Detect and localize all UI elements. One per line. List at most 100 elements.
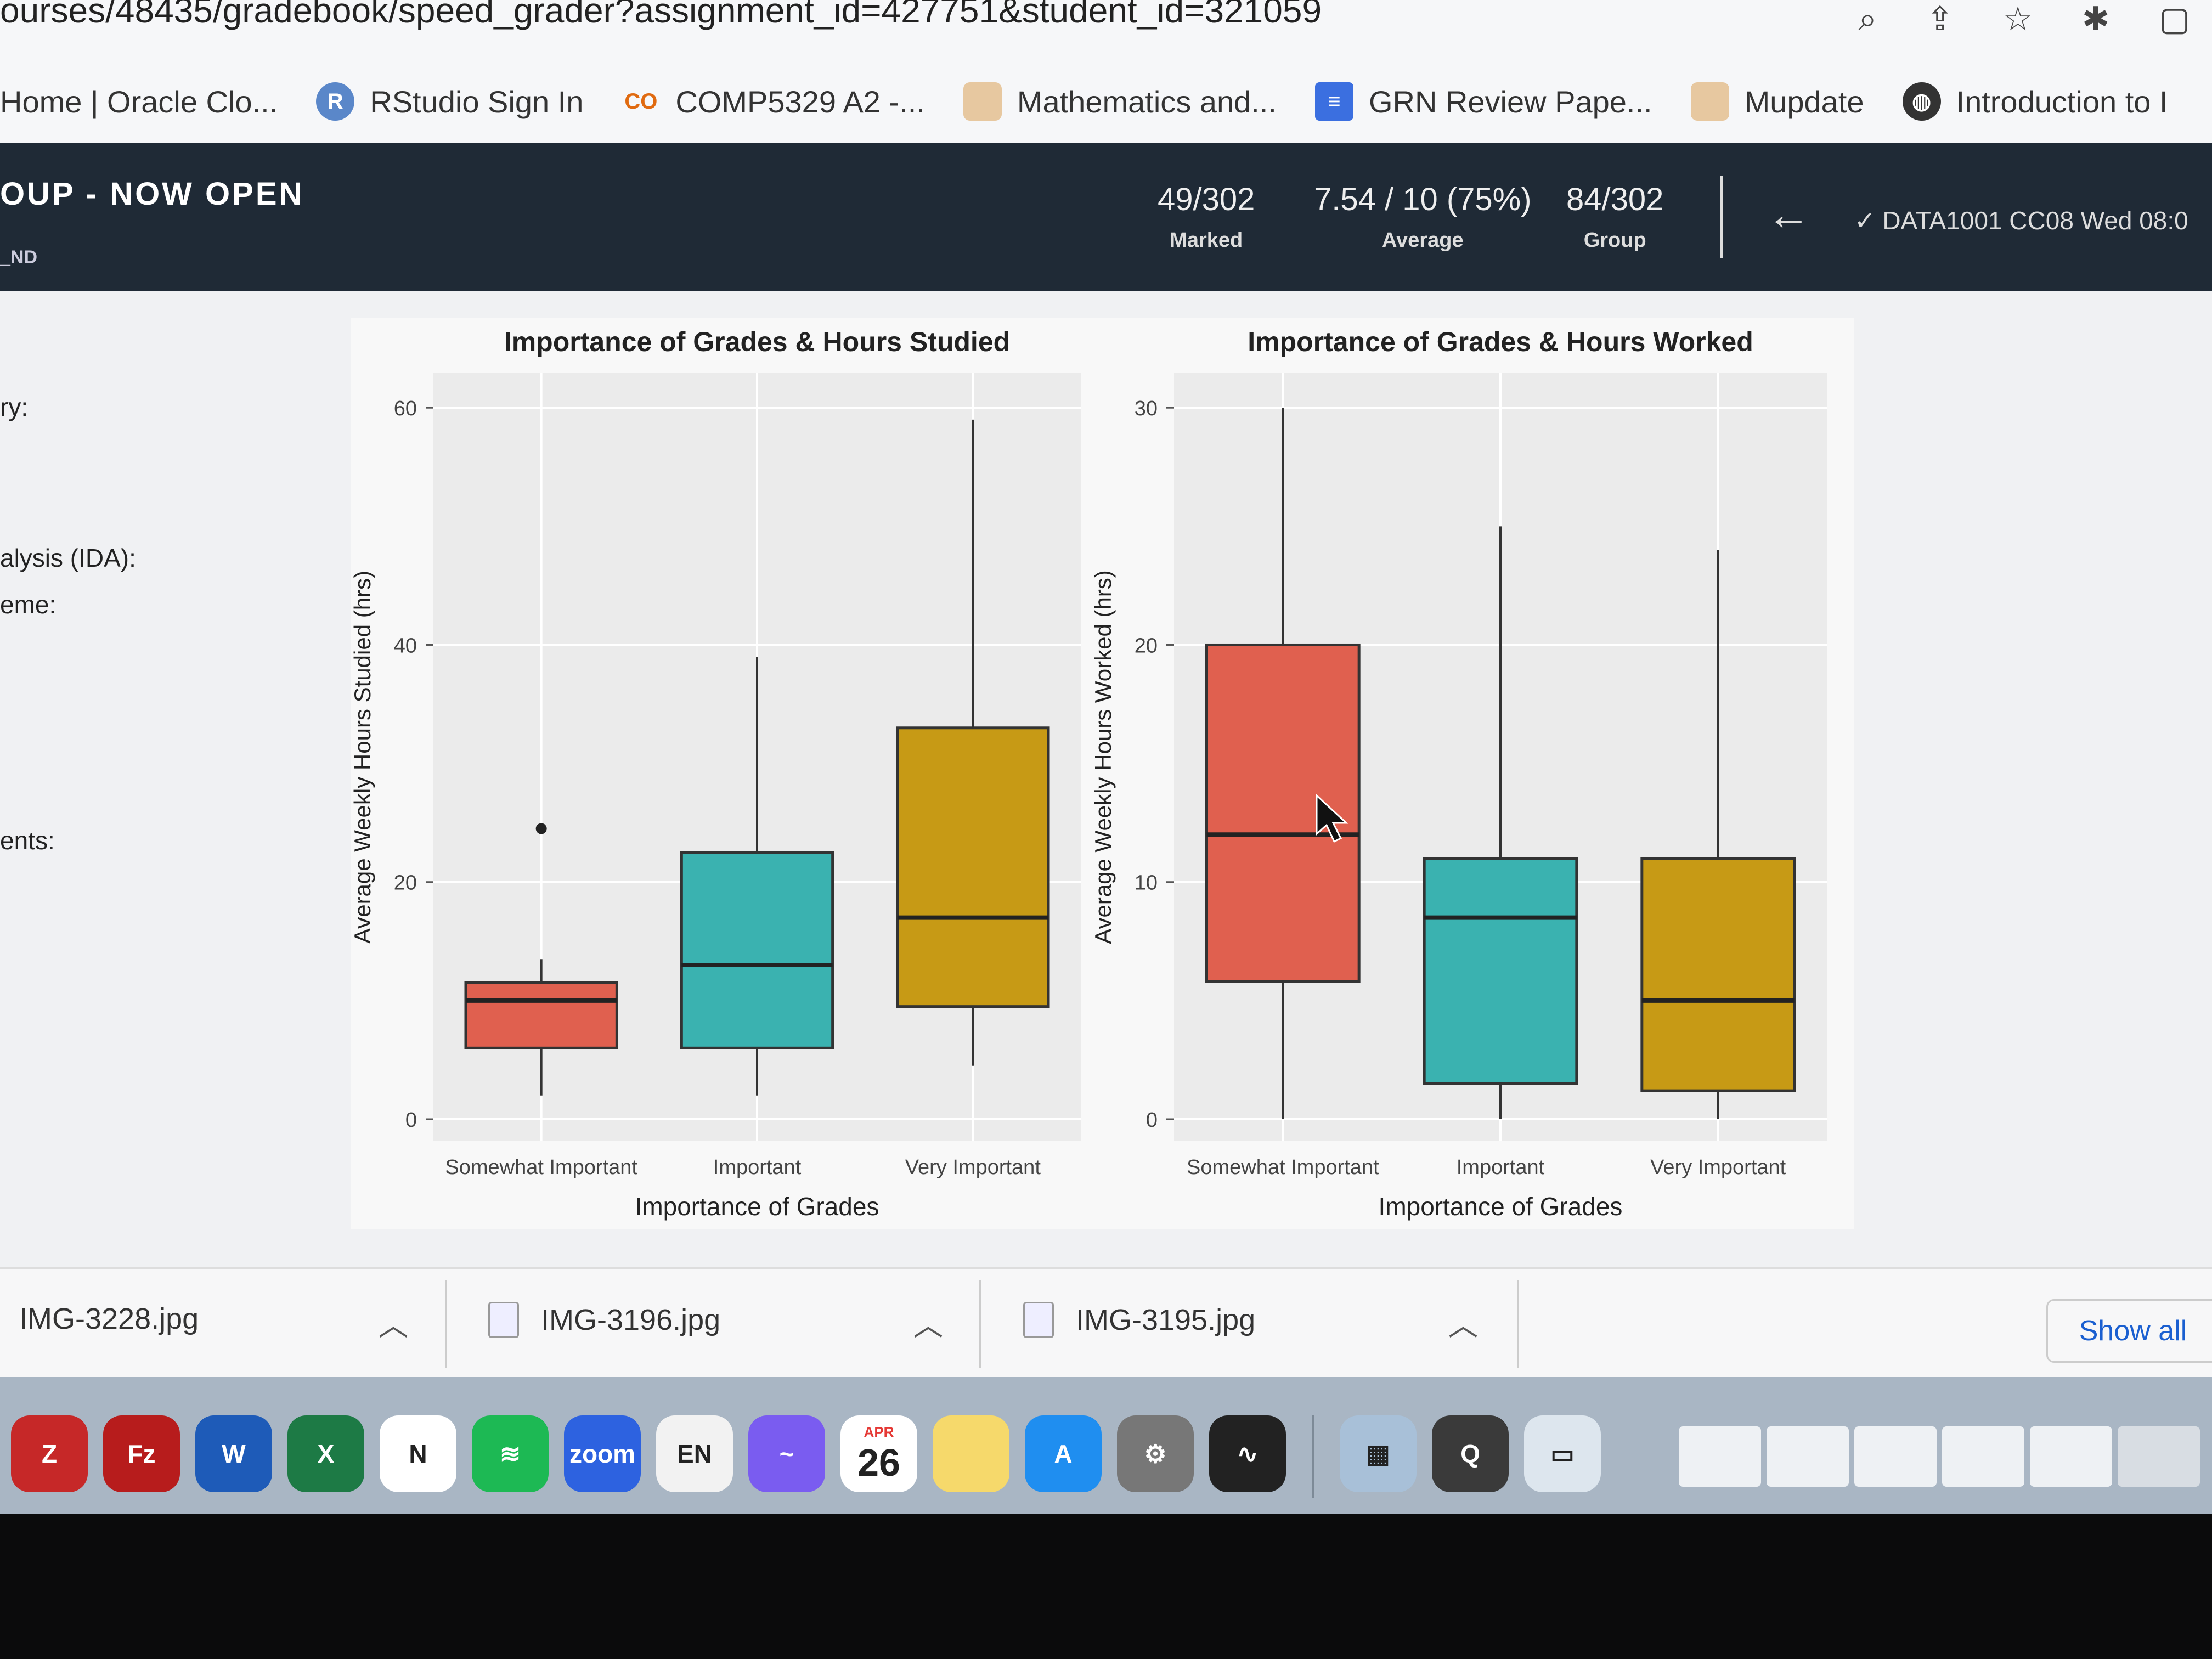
bookmark-label: Introduction to I — [1956, 84, 2168, 119]
file-icon — [1023, 1302, 1054, 1338]
course-selector[interactable]: ✓ DATA1001 CC08 Wed 08:0 — [1854, 206, 2188, 235]
stat-label: Group — [1583, 229, 1646, 252]
box-iqr — [464, 981, 618, 1049]
chart-title: Importance of Grades & Hours Studied — [504, 326, 1010, 357]
header-divider — [1720, 176, 1723, 258]
x-axis-label: Importance of Grades — [635, 1192, 879, 1221]
system-preferences-icon[interactable]: ⚙ — [1117, 1415, 1194, 1492]
calendar-icon[interactable]: APR 26 — [840, 1415, 917, 1492]
minimized-window-thumbnail[interactable] — [1854, 1426, 1937, 1487]
sidebar-label: eme: — [0, 590, 57, 619]
stat-value: 7.54 / 10 (75%) — [1314, 182, 1532, 217]
download-filename: IMG-3195.jpg — [1076, 1304, 1256, 1336]
university-crest-icon — [963, 82, 1002, 121]
bookmark-mupdate[interactable]: Mupdate — [1690, 82, 1864, 121]
address-bar[interactable]: ourses/48435/gradebook/speed_grader?assi… — [0, 0, 2212, 60]
y-tick-label: 0 — [405, 1109, 417, 1132]
submission-content: ry: alysis (IDA): eme: ents: 0 20 40 60 Some… — [0, 291, 2212, 1267]
y-tick-label: 30 — [1135, 397, 1158, 420]
bookmark-comp5329[interactable]: CO COMP5329 A2 -... — [622, 82, 924, 121]
bookmark-rstudio[interactable]: R RStudio Sign In — [316, 82, 583, 121]
zoom-icon[interactable]: ⌕ — [1858, 0, 1877, 38]
minimized-window-thumbnail[interactable] — [1942, 1426, 2024, 1487]
chevron-up-icon[interactable]: ︿ — [379, 1301, 408, 1344]
y-tick-label: 20 — [1135, 634, 1158, 657]
download-divider — [445, 1280, 447, 1368]
show-all-button[interactable]: Show all — [2046, 1299, 2212, 1363]
bookmark-mathematics[interactable]: Mathematics and... — [963, 82, 1277, 121]
file-icon — [488, 1302, 519, 1338]
box-iqr — [1640, 857, 1796, 1092]
excel-icon[interactable]: X — [287, 1415, 364, 1492]
download-divider — [1517, 1280, 1519, 1368]
preview-icon[interactable]: ▦ — [1340, 1415, 1417, 1492]
bookmark-label: COMP5329 A2 -... — [675, 84, 925, 119]
keynote-icon[interactable]: ▭ — [1524, 1415, 1601, 1492]
sidebar-label: alysis (IDA): — [0, 544, 136, 572]
speedgrader-header: OUP - NOW OPEN _ND 49/302 Marked 7.54 / … — [0, 143, 2212, 291]
stat-marked: 49/302 Marked — [1158, 181, 1255, 252]
spotify-icon[interactable]: ≋ — [472, 1415, 549, 1492]
bookmark-introduction[interactable]: ◍ Introduction to I — [1902, 82, 2168, 121]
quicktime-icon[interactable]: Q — [1432, 1415, 1509, 1492]
bookmark-label: Home | Oracle Clo... — [0, 84, 278, 119]
filezilla-server-icon[interactable]: Z — [11, 1415, 88, 1492]
bookmark-label: RStudio Sign In — [370, 84, 584, 119]
calendar-day: 26 — [857, 1441, 900, 1484]
course-label: DATA1001 CC08 Wed 08:0 — [1882, 206, 2188, 235]
address-bar-actions: ⌕ ⇪ ☆ ✱ ▢ — [1858, 0, 2190, 38]
bookmark-oracle[interactable]: Home | Oracle Clo... — [0, 84, 278, 120]
chevron-up-icon[interactable]: ︿ — [1448, 1301, 1478, 1344]
bookmark-label: Mathematics and... — [1017, 84, 1277, 119]
share-icon[interactable]: ⇪ — [1926, 0, 1954, 38]
download-item[interactable]: IMG-3228.jpg — [19, 1302, 199, 1336]
university-crest-icon — [1690, 82, 1729, 121]
star-icon[interactable]: ☆ — [2003, 0, 2033, 38]
y-tick-label: 0 — [1146, 1109, 1158, 1132]
bookmark-grn-review[interactable]: ≡ GRN Review Pape... — [1314, 82, 1652, 121]
chevron-up-icon[interactable]: ︿ — [913, 1301, 943, 1344]
x-tick-label: Important — [713, 1156, 802, 1179]
box-iqr — [680, 851, 834, 1049]
y-axis-label: Average Weekly Hours Studied (hrs) — [351, 571, 375, 944]
dock-divider — [1312, 1415, 1314, 1498]
y-tick-label: 10 — [1135, 872, 1158, 895]
filezilla-icon[interactable]: Fz — [103, 1415, 180, 1492]
minimized-window-thumbnail[interactable] — [1679, 1426, 1761, 1487]
activity-monitor-icon[interactable]: ∿ — [1209, 1415, 1286, 1492]
messenger-icon[interactable]: ~ — [748, 1415, 825, 1492]
dictionary-icon[interactable]: EN — [656, 1415, 733, 1492]
bookmarks-bar: Home | Oracle Clo... R RStudio Sign In C… — [0, 60, 2212, 144]
stat-group: 84/302 Group — [1566, 181, 1663, 252]
back-arrow-icon[interactable]: ← — [1767, 189, 1810, 240]
download-item[interactable]: IMG-3196.jpg — [488, 1302, 720, 1338]
notion-icon[interactable]: N — [380, 1415, 456, 1492]
word-icon[interactable]: W — [195, 1415, 272, 1492]
x-tick-label: Somewhat Important — [1187, 1156, 1379, 1179]
sidebar-label: ents: — [0, 826, 55, 855]
minimized-window-thumbnail[interactable] — [2030, 1426, 2112, 1487]
calendar-month: APR — [864, 1423, 894, 1440]
stat-average: 7.54 / 10 (75%) Average — [1314, 181, 1532, 252]
assignment-subtitle: _ND — [0, 247, 38, 268]
x-tick-label: Somewhat Important — [445, 1156, 637, 1179]
window-icon[interactable]: ▢ — [2159, 0, 2190, 38]
stat-value: 49/302 — [1158, 182, 1255, 217]
y-axis-label: Average Weekly Hours Worked (hrs) — [1090, 570, 1116, 944]
boxplot-figure: 0 20 40 60 Somewhat Important Important Very I… — [349, 326, 1827, 1221]
notes-icon[interactable] — [933, 1415, 1009, 1492]
bookmark-label: Mupdate — [1744, 84, 1864, 119]
url-text[interactable]: ourses/48435/gradebook/speed_grader?assi… — [0, 0, 1322, 31]
download-item[interactable]: IMG-3195.jpg — [1023, 1302, 1255, 1338]
submission-image[interactable]: 0 20 40 60 Somewhat Important Important Very I… — [349, 318, 1854, 1229]
assignment-title: OUP - NOW OPEN — [0, 176, 304, 212]
app-store-icon[interactable]: A — [1025, 1415, 1102, 1492]
trash-icon[interactable] — [2118, 1426, 2200, 1487]
outlier-point — [535, 823, 547, 834]
stat-label: Average — [1382, 229, 1464, 252]
stat-label: Marked — [1170, 229, 1243, 252]
sidebar-label: ry: — [0, 393, 29, 421]
extensions-icon[interactable]: ✱ — [2082, 0, 2109, 38]
zoom-icon[interactable]: zoom — [564, 1415, 641, 1492]
minimized-window-thumbnail[interactable] — [1767, 1426, 1849, 1487]
